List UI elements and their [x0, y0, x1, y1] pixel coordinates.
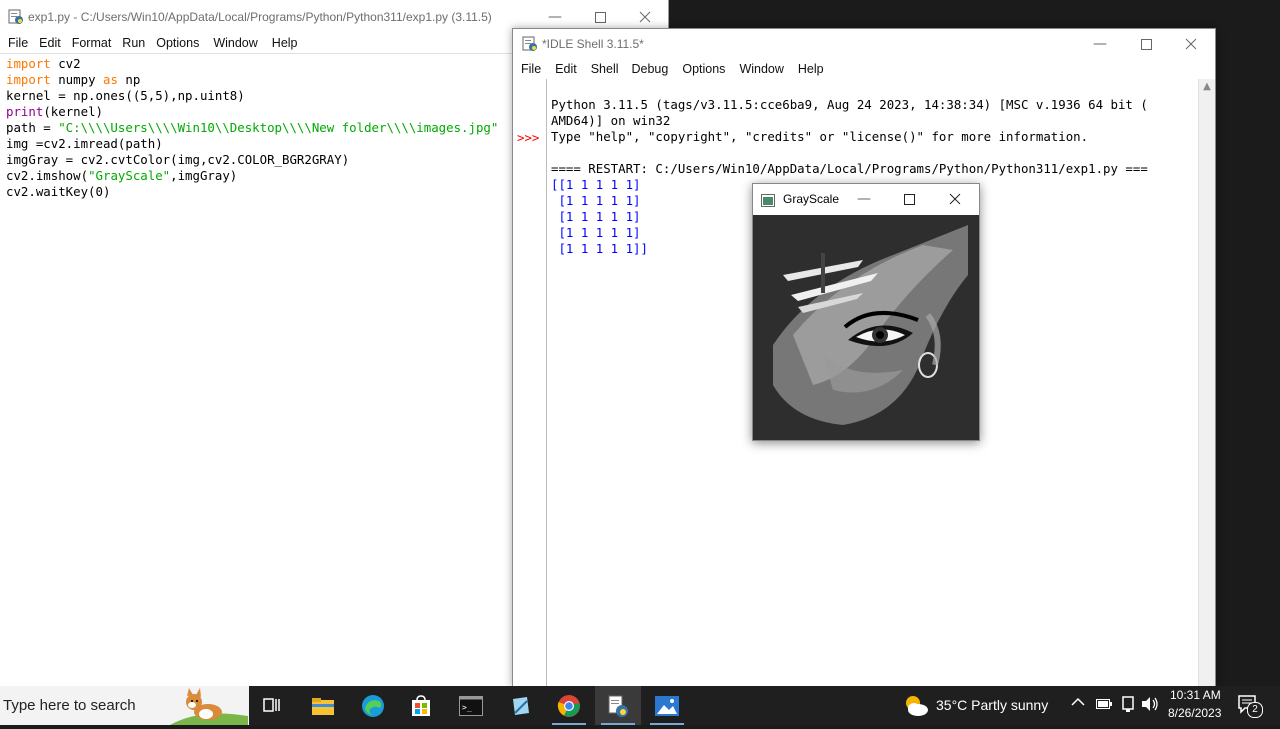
weather-text[interactable]: 35°C Partly sunny	[936, 697, 1048, 713]
task-view-icon[interactable]	[250, 686, 296, 725]
shell-line: ==== RESTART: C:/Users/Win10/AppData/Loc…	[551, 161, 1148, 176]
search-box[interactable]: Type here to search	[0, 686, 249, 725]
minimize-icon[interactable]: —	[1077, 29, 1123, 59]
clock-date[interactable]: 8/26/2023	[1168, 706, 1221, 720]
grayscale-titlebar[interactable]: GrayScale —	[753, 184, 979, 214]
notepad-icon[interactable]	[497, 686, 543, 725]
editor-menubar: File Edit Format Run Options Window Help	[8, 36, 298, 54]
chrome-icon[interactable]	[546, 686, 592, 725]
menu-run[interactable]: Run	[122, 36, 145, 54]
menu-file[interactable]: File	[8, 36, 28, 54]
shell-line: Python 3.11.5 (tags/v3.11.5:cce6ba9, Aug…	[551, 97, 1148, 112]
clock-time[interactable]: 10:31 AM	[1170, 688, 1221, 702]
file-explorer-icon[interactable]	[300, 686, 346, 725]
close-icon[interactable]	[932, 184, 978, 214]
menu-debug[interactable]: Debug	[632, 62, 669, 80]
python-idle-taskbar-icon[interactable]	[595, 686, 641, 725]
opencv-window-icon	[761, 192, 775, 211]
menu-help[interactable]: Help	[272, 36, 298, 54]
maximize-icon[interactable]	[1123, 29, 1169, 59]
notification-badge: 2	[1247, 702, 1263, 718]
shell-title: *IDLE Shell 3.11.5*	[542, 37, 644, 51]
shell-prompt: >>>	[517, 130, 540, 145]
corgi-icon	[170, 686, 248, 729]
code-editor[interactable]: import cv2 import numpy as np kernel = n…	[6, 56, 498, 200]
shell-gutter	[513, 79, 547, 687]
chevron-up-icon[interactable]	[1071, 695, 1085, 713]
shell-line: Type "help", "copyright", "credits" or "…	[551, 129, 1089, 144]
battery-icon[interactable]	[1096, 698, 1112, 714]
menu-window[interactable]: Window	[739, 62, 783, 80]
menu-window[interactable]: Window	[213, 36, 257, 54]
search-placeholder: Type here to search	[3, 697, 136, 714]
menu-format[interactable]: Format	[72, 36, 112, 54]
network-icon[interactable]	[1120, 695, 1136, 717]
menu-shell[interactable]: Shell	[591, 62, 619, 80]
svg-text:>_: >_	[462, 703, 472, 712]
photos-icon[interactable]	[644, 686, 690, 725]
volume-icon[interactable]	[1141, 696, 1159, 716]
menu-options[interactable]: Options	[682, 62, 725, 80]
python-idle-icon	[8, 9, 24, 29]
shell-scrollbar[interactable]: ▲	[1198, 79, 1215, 687]
grayscale-window: GrayScale —	[752, 183, 980, 441]
scroll-up-icon[interactable]: ▲	[1199, 81, 1215, 92]
terminal-icon[interactable]: >_	[448, 686, 494, 725]
grayscale-image	[753, 215, 979, 440]
python-idle-icon	[522, 36, 538, 56]
shell-line: AMD64)] on win32	[551, 113, 671, 128]
shell-titlebar[interactable]: *IDLE Shell 3.11.5* —	[513, 29, 1215, 59]
menu-file[interactable]: File	[521, 62, 541, 80]
menu-help[interactable]: Help	[798, 62, 824, 80]
menu-edit[interactable]: Edit	[39, 36, 61, 54]
maximize-icon[interactable]	[886, 184, 932, 214]
editor-title: exp1.py - C:/Users/Win10/AppData/Local/P…	[28, 10, 492, 24]
shell-menubar: File Edit Shell Debug Options Window Hel…	[521, 62, 824, 80]
close-icon[interactable]	[1168, 29, 1214, 59]
weather-icon	[902, 692, 930, 722]
menu-edit[interactable]: Edit	[555, 62, 577, 80]
microsoft-store-icon[interactable]	[398, 686, 444, 725]
edge-browser-icon[interactable]	[350, 686, 396, 725]
taskbar: Type here to search >_ 35°C Partly sunny…	[0, 686, 1280, 725]
menu-options[interactable]: Options	[156, 36, 199, 54]
minimize-icon[interactable]: —	[841, 184, 887, 214]
grayscale-title: GrayScale	[783, 192, 840, 206]
